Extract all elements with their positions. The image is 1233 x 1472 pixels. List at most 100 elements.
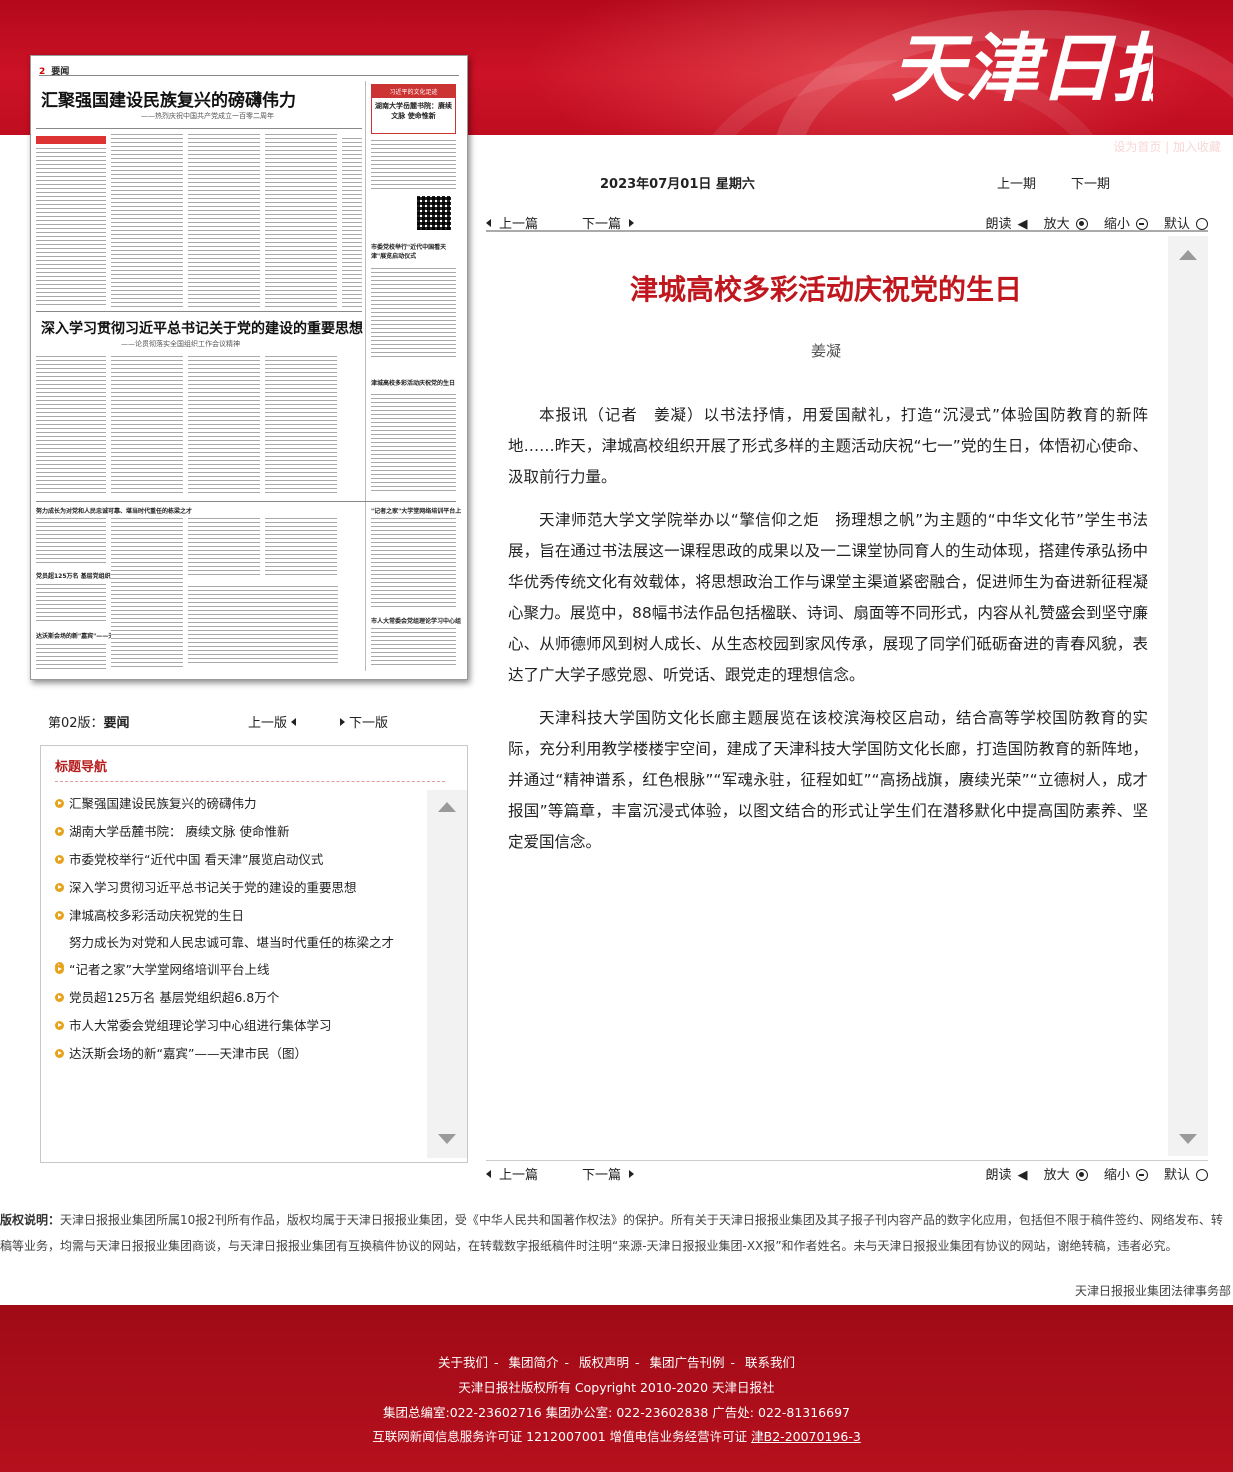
prev-edition-link[interactable]: 上一版 bbox=[248, 712, 297, 731]
footer-licenses: 互联网新闻信息服务许可证 1212007001 增值电信业务经营许可证 津B2-… bbox=[372, 1429, 861, 1444]
scroll-down-icon[interactable] bbox=[1179, 1134, 1197, 1144]
bullet-arrow-icon bbox=[55, 799, 64, 808]
thumbnail-rule bbox=[36, 128, 362, 129]
bullet-arrow-icon bbox=[55, 855, 64, 864]
thumbnail-subhead-2: ——论贯彻落实全国组织工作会议精神 bbox=[121, 340, 240, 348]
triangle-right-icon bbox=[629, 219, 635, 227]
default-size-button[interactable]: 默认 bbox=[1158, 1168, 1208, 1183]
read-aloud-button[interactable]: 朗读 ◀ bbox=[980, 217, 1028, 232]
title-nav-heading: 标题导航 bbox=[55, 756, 445, 782]
zoom-out-button[interactable]: 缩小 bbox=[1098, 217, 1148, 232]
bullet-arrow-icon bbox=[55, 883, 64, 892]
next-article-link[interactable]: 下一篇 bbox=[582, 213, 635, 232]
scroll-up-icon[interactable] bbox=[438, 802, 456, 812]
prev-issue-link[interactable]: 上一期 bbox=[997, 173, 1036, 192]
title-nav-scrollbar[interactable] bbox=[427, 790, 467, 1158]
footer-link-about[interactable]: 关于我们 bbox=[438, 1355, 488, 1370]
prev-article-link[interactable]: 上一篇 bbox=[486, 213, 538, 232]
top-links[interactable]: 设为首页 | 加入收藏 bbox=[1113, 138, 1221, 155]
thumbnail-subhead-1: ——热烈庆祝中国共产党成立一百零二周年 bbox=[141, 112, 274, 120]
footer-link-ads[interactable]: 集团广告刊例 bbox=[650, 1355, 725, 1370]
next-edition-link[interactable]: 下一版 bbox=[340, 712, 388, 731]
reading-tools: 朗读 ◀ 放大 缩小 默认 bbox=[974, 1164, 1208, 1183]
copyright-notice: 版权说明：天津日报报业集团所属10报2刊所有作品，版权均属于天津日报报业集团，受… bbox=[0, 1213, 1223, 1253]
next-article-link[interactable]: 下一篇 bbox=[582, 1164, 635, 1183]
legal-department: 天津日报报业集团法律事务部 bbox=[1074, 1284, 1231, 1298]
article-paragraph: 天津师范大学文学院举办以“擎信仰之炬 扬理想之帆”为主题的“中华文化节”学生书法… bbox=[508, 511, 1148, 684]
thumbnail-minihead-6[interactable]: 市人大常委会党组理论学习中心组进行集体学习 bbox=[371, 616, 461, 625]
bullet-arrow-icon bbox=[55, 965, 64, 974]
thumbnail-headline-1[interactable]: 汇聚强国建设民族复兴的磅礴伟力 bbox=[41, 86, 296, 111]
title-nav-item[interactable]: 市委党校举行“近代中国 看天津”展览启动仪式 bbox=[55, 846, 427, 874]
bullet-arrow-icon bbox=[55, 1049, 64, 1058]
zoom-in-button[interactable]: 放大 bbox=[1038, 1168, 1088, 1183]
newspaper-page-thumbnail[interactable]: 2 要闻 汇聚强国建设民族复兴的磅礴伟力 ——热烈庆祝中国共产党成立一百零二周年 … bbox=[30, 55, 468, 680]
tianjin-daily-logo[interactable]: 天津日报 bbox=[883, 12, 1196, 122]
title-nav-list: 汇聚强国建设民族复兴的磅礴伟力 湖南大学岳麓书院： 赓续文脉 使命惟新 市委党校… bbox=[55, 790, 427, 1068]
thumbnail-headline-2[interactable]: 深入学习贯彻习近平总书记关于党的建设的重要思想 bbox=[41, 318, 363, 338]
zoom-out-button[interactable]: 缩小 bbox=[1098, 1168, 1148, 1183]
article-paragraph: 本报讯（记者 姜凝）以书法抒情，用爱国献礼，打造“沉浸式”体验国防教育的新阵地…… bbox=[508, 406, 1148, 486]
title-nav-item[interactable]: 湖南大学岳麓书院： 赓续文脉 使命惟新 bbox=[55, 818, 427, 846]
triangle-left-icon bbox=[486, 1170, 491, 1178]
title-navigation-panel: 标题导航 汇聚强国建设民族复兴的磅礴伟力 湖南大学岳麓书院： 赓续文脉 使命惟新… bbox=[40, 745, 468, 1163]
qr-code-icon bbox=[417, 196, 451, 230]
footer-link-intro[interactable]: 集团简介 bbox=[508, 1355, 558, 1370]
article-author: 姜凝 bbox=[810, 342, 841, 360]
read-aloud-button[interactable]: 朗读 ◀ bbox=[980, 1168, 1028, 1183]
license-link[interactable]: 津B2-20070196-3 bbox=[751, 1429, 861, 1444]
title-nav-item[interactable]: 津城高校多彩活动庆祝党的生日 bbox=[55, 902, 427, 930]
title-nav-item[interactable]: 深入学习贯彻习近平总书记关于党的建设的重要思想 bbox=[55, 874, 427, 902]
triangle-right-icon bbox=[340, 718, 345, 726]
reset-icon bbox=[1196, 218, 1208, 230]
title-nav-item[interactable]: 党员超125万名 基层党组织超6.8万个 bbox=[55, 984, 427, 1012]
article-scrollbar[interactable] bbox=[1168, 236, 1208, 1156]
zoom-in-icon bbox=[1075, 218, 1088, 230]
reset-icon bbox=[1196, 1169, 1208, 1181]
footer-contacts: 集团总编室:022-23602716 集团办公室: 022-23602838 广… bbox=[382, 1405, 850, 1420]
bullet-arrow-icon bbox=[55, 911, 64, 920]
zoom-in-icon bbox=[1075, 1169, 1088, 1181]
triangle-right-icon bbox=[629, 1170, 635, 1178]
footer-link-contact[interactable]: 联系我们 bbox=[745, 1355, 795, 1370]
footer-link-copyright[interactable]: 版权声明 bbox=[579, 1355, 629, 1370]
next-issue-link[interactable]: 下一期 bbox=[1071, 173, 1110, 192]
scroll-up-icon[interactable] bbox=[1179, 250, 1197, 260]
thumbnail-feature-box[interactable]: 习近平的文化足迹 湖南大学岳麓书院：赓续文脉 使命惟新 bbox=[371, 84, 456, 134]
prev-article-link[interactable]: 上一篇 bbox=[486, 1164, 538, 1183]
site-footer: 关于我们 - 集团简介 - 版权声明 - 集团广告刊例 - 联系我们 天津日报社版权所有… bbox=[0, 1305, 1233, 1472]
speaker-icon: ◀ bbox=[1017, 1168, 1028, 1183]
title-nav-item[interactable]: “记者之家”大学堂网络培训平台上线 bbox=[55, 956, 427, 984]
title-nav-item[interactable]: 市人大常委会党组理论学习中心组进行集体学习 bbox=[55, 1012, 427, 1040]
issue-date: 2023年07月01日 星期六 bbox=[600, 177, 755, 192]
triangle-left-icon bbox=[291, 718, 297, 726]
title-nav-item[interactable]: 汇聚强国建设民族复兴的磅礴伟力 bbox=[55, 790, 427, 818]
title-nav-item[interactable]: 努力成长为对党和人民忠诚可靠、堪当时代重任的栋梁之才 bbox=[55, 930, 427, 971]
current-edition: 第02版：要闻 bbox=[48, 716, 130, 731]
thumbnail-minihead-3[interactable]: 努力成长为对党和人民忠诚可靠、堪当时代重任的栋梁之才 bbox=[36, 506, 196, 515]
bullet-arrow-icon bbox=[55, 827, 64, 836]
thumbnail-red-tag bbox=[36, 136, 106, 144]
thumbnail-minihead-2[interactable]: 津城高校多彩活动庆祝党的生日 bbox=[371, 378, 461, 387]
svg-text:天津日报: 天津日报 bbox=[891, 26, 1153, 112]
thumbnail-minihead-4[interactable]: "记者之家"大学堂网络培训平台上线 bbox=[371, 506, 461, 515]
article-paragraph: 天津科技大学国防文化长廊主题展览在该校滨海校区启动，结合高等学校国防教育的实际，… bbox=[508, 709, 1148, 851]
footer-copyright: 天津日报社版权所有 Copyright 2010-2020 天津日报社 bbox=[458, 1380, 775, 1395]
article-toolbar-top: 上一篇 下一篇 朗读 ◀ 放大 缩小 默认 bbox=[486, 210, 1208, 232]
bullet-arrow-icon bbox=[55, 1021, 64, 1030]
reading-tools: 朗读 ◀ 放大 缩小 默认 bbox=[974, 213, 1208, 232]
thumbnail-minihead-7[interactable]: 达沃斯会场的新"嘉宾"——天津市民 bbox=[36, 631, 111, 640]
scroll-down-icon[interactable] bbox=[438, 1134, 456, 1144]
title-nav-item[interactable]: 达沃斯会场的新“嘉宾”——天津市民（图） bbox=[55, 1040, 427, 1068]
thumbnail-minihead-1[interactable]: 市委党校举行"近代中国看天津"展览启动仪式 bbox=[371, 242, 456, 260]
default-size-button[interactable]: 默认 bbox=[1158, 217, 1208, 232]
speaker-icon: ◀ bbox=[1017, 217, 1028, 232]
zoom-in-button[interactable]: 放大 bbox=[1038, 217, 1088, 232]
thumbnail-minihead-5[interactable]: 党员超125万名 基层党组织超6.8万个 bbox=[36, 571, 111, 580]
article-title: 津城高校多彩活动庆祝党的生日 bbox=[629, 273, 1022, 306]
zoom-out-icon bbox=[1135, 1169, 1148, 1181]
bullet-arrow-icon bbox=[55, 993, 64, 1002]
footer-links: 关于我们 - 集团简介 - 版权声明 - 集团广告刊例 - 联系我们 bbox=[437, 1355, 796, 1370]
zoom-out-icon bbox=[1135, 218, 1148, 230]
thumbnail-page-header: 2 要闻 bbox=[39, 64, 459, 77]
